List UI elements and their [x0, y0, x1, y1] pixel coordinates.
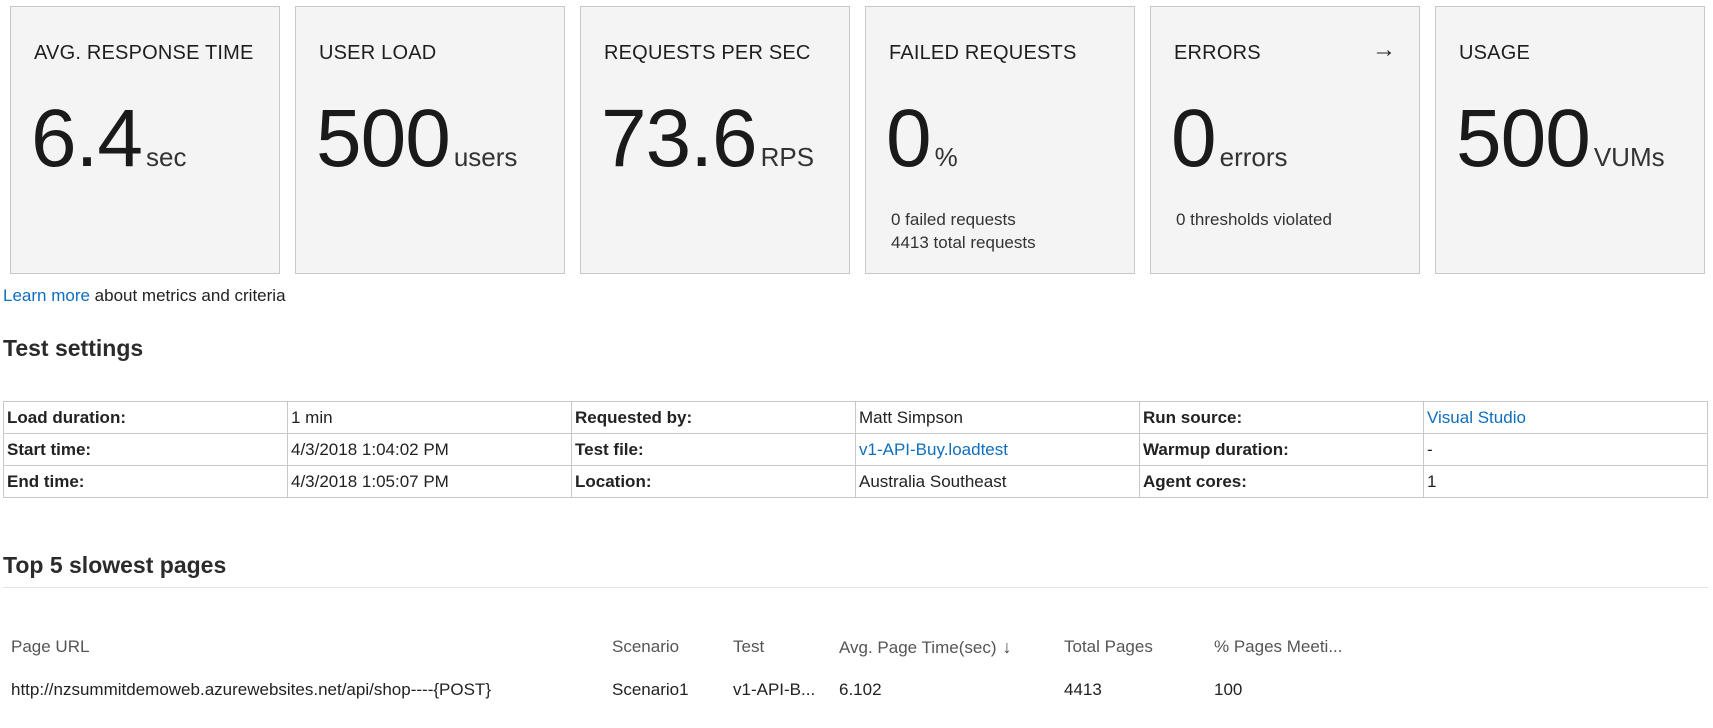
total-requests-count: 4413 total requests [891, 233, 1036, 252]
total-pages-cell: 4413 [1064, 680, 1102, 699]
tile-unit: sec [146, 142, 187, 172]
tile-value: 500 [1456, 93, 1591, 184]
scenario-cell: Scenario1 [612, 680, 689, 699]
tile-metric: 500 VUMs [1456, 89, 1665, 189]
tile-value: 6.4 [31, 93, 143, 184]
column-header-avg-page-time[interactable]: Avg. Page Time(sec) ↓ [839, 637, 1059, 658]
arrow-right-icon[interactable]: → [1371, 37, 1397, 63]
tile-avg-response-time: AVG. RESPONSE TIME 6.4 sec [10, 6, 280, 274]
agent-cores-value: 1 [1423, 465, 1708, 498]
tile-metric: 0% [886, 89, 958, 189]
slowest-pages-heading: Top 5 slowest pages [3, 552, 227, 578]
tile-unit: users [453, 142, 518, 172]
test-cell: v1-API-B... [733, 680, 816, 699]
tile-title: AVG. RESPONSE TIME [34, 42, 254, 64]
column-header-scenario[interactable]: Scenario [612, 637, 722, 657]
page-url-cell: http://nzsummitdemoweb.azurewebsites.net… [11, 680, 491, 699]
tile-title: FAILED REQUESTS [889, 42, 1077, 64]
requested-by-label: Requested by: [571, 401, 856, 434]
run-source-cell: Visual Studio [1423, 401, 1708, 434]
learn-more-link[interactable]: Learn more [3, 286, 90, 305]
tile-title: USER LOAD [319, 42, 437, 64]
tile-unit: VUMs [1593, 142, 1665, 172]
column-header-test[interactable]: Test [733, 637, 828, 657]
tile-value: 0 [886, 93, 932, 184]
tile-metric: 73.6 RPS [601, 89, 814, 189]
tile-title: ERRORS [1174, 42, 1261, 64]
table-row[interactable]: http://nzsummitdemoweb.azurewebsites.net… [0, 676, 1713, 706]
warmup-duration-value: - [1423, 433, 1708, 466]
pct-pages-meeting-cell: 100 [1214, 680, 1243, 699]
learn-more-text: about metrics and criteria [89, 286, 286, 305]
arrow-down-icon: ↓ [1002, 637, 1012, 657]
tile-requests-per-sec: REQUESTS PER SEC 73.6 RPS [580, 6, 850, 274]
load-duration-value: 1 min [287, 401, 572, 434]
tile-metric: 6.4 sec [31, 89, 186, 189]
thresholds-violated: 0 thresholds violated [1176, 210, 1332, 229]
learn-more-line: Learn more about metrics and criteria [3, 286, 286, 306]
end-time-label: End time: [3, 465, 288, 498]
requested-by-value: Matt Simpson [855, 401, 1140, 434]
location-value: Australia Southeast [855, 465, 1140, 498]
failed-requests-count: 0 failed requests [891, 210, 1016, 229]
column-header-avg-page-time-label: Avg. Page Time(sec) [839, 638, 997, 657]
warmup-duration-label: Warmup duration: [1139, 433, 1424, 466]
end-time-value: 4/3/2018 1:05:07 PM [287, 465, 572, 498]
column-header-page-url[interactable]: Page URL [11, 637, 601, 657]
start-time-value: 4/3/2018 1:04:02 PM [287, 433, 572, 466]
test-settings-heading: Test settings [3, 335, 144, 361]
avg-page-time-cell: 6.102 [839, 680, 882, 699]
tile-title: USAGE [1459, 42, 1531, 64]
tile-errors[interactable]: ERRORS → 0 errors 0 thresholds violated [1150, 6, 1420, 274]
tile-usage: USAGE 500 VUMs [1435, 6, 1705, 274]
table-row: Start time: 4/3/2018 1:04:02 PM Test fil… [3, 433, 1708, 466]
run-source-label: Run source: [1139, 401, 1424, 434]
tile-unit: % [934, 142, 958, 172]
tile-metric: 500 users [316, 89, 517, 189]
section-divider [3, 587, 1708, 588]
tile-value: 0 [1171, 93, 1217, 184]
start-time-label: Start time: [3, 433, 288, 466]
agent-cores-label: Agent cores: [1139, 465, 1424, 498]
tile-title: REQUESTS PER SEC [604, 42, 811, 64]
slowest-pages-header: Page URL Scenario Test Avg. Page Time(se… [0, 633, 1713, 663]
location-label: Location: [571, 465, 856, 498]
tile-value: 500 [316, 93, 451, 184]
tile-failed-requests: FAILED REQUESTS 0% 0 failed requests 441… [865, 6, 1135, 274]
test-file-cell: v1-API-Buy.loadtest [855, 433, 1140, 466]
metric-tiles: AVG. RESPONSE TIME 6.4 sec USER LOAD 500 u… [0, 0, 1713, 278]
tile-value: 73.6 [601, 93, 758, 184]
run-source-link[interactable]: Visual Studio [1427, 408, 1526, 427]
test-file-link[interactable]: v1-API-Buy.loadtest [859, 440, 1008, 459]
tile-metric: 0 errors [1171, 89, 1288, 189]
column-header-total-pages[interactable]: Total Pages [1064, 637, 1204, 657]
table-row: Load duration: 1 min Requested by: Matt … [3, 401, 1708, 434]
test-settings-table: Load duration: 1 min Requested by: Matt … [3, 401, 1708, 498]
table-row: End time: 4/3/2018 1:05:07 PM Location: … [3, 465, 1708, 498]
test-file-label: Test file: [571, 433, 856, 466]
tile-unit: RPS [760, 142, 815, 172]
tile-unit: errors [1219, 142, 1288, 172]
column-header-pct-pages-meeting[interactable]: % Pages Meeti... [1214, 637, 1394, 657]
load-duration-label: Load duration: [3, 401, 288, 434]
tile-user-load: USER LOAD 500 users [295, 6, 565, 274]
